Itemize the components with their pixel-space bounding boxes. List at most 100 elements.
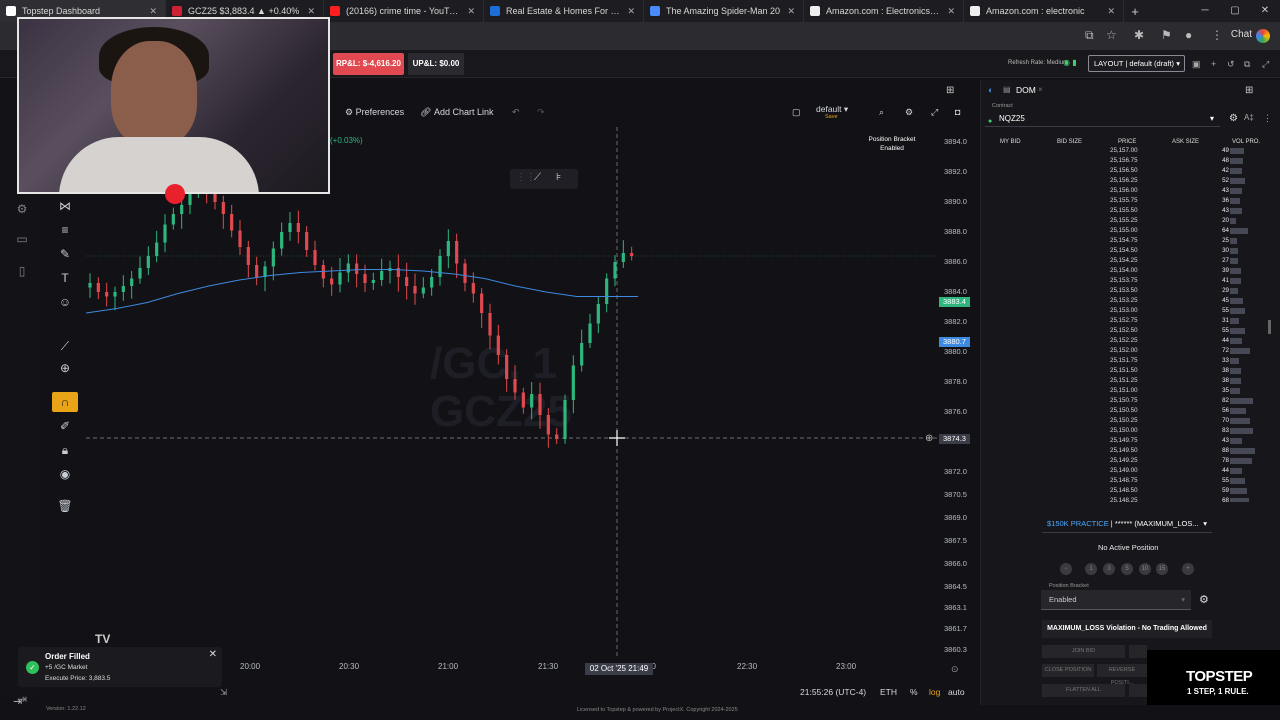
ladder-row[interactable]: 25,156.50 42 [985,166,1270,176]
add-icon[interactable]: + [1211,59,1216,69]
account-select[interactable]: $150K PRACTICE | ****** (MAXIMUM_LOS... ▾ [1042,515,1212,533]
date-range-icon[interactable]: ⇲ [220,687,227,698]
ladder-row[interactable]: 25,150.25 70 [985,416,1270,426]
ladder-row[interactable]: 25,148.50 59 [985,486,1270,496]
qty-minus-button[interactable]: − [1060,563,1072,575]
reverse-position-button[interactable]: REVERSE POSITI... [1097,664,1147,686]
log-scale-button[interactable]: log [929,687,940,697]
ladder-row[interactable]: 25,150.50 56 [985,406,1270,416]
lock-icon[interactable]: 🔒︎ [52,440,78,460]
brush-icon[interactable]: ✎ [52,244,78,264]
bookmark-icon[interactable]: ☆ [1106,28,1117,42]
ladder-row[interactable]: 25,152.25 44 [985,336,1270,346]
layout-select[interactable]: LAYOUT | default (draft) ▾ [1088,55,1185,72]
ladder-row[interactable]: 25,151.25 38 [985,376,1270,386]
price-axis[interactable]: 3894.0 3892.0 3890.0 3888.0 3886.0 3884.0 3882… [938,127,976,657]
extensions-icon[interactable]: ✱ [1134,28,1144,42]
dom-settings-icon[interactable]: ⚙ [1229,113,1238,124]
expand-icon[interactable]: ⤢ [931,107,938,118]
fib-icon[interactable]: ⊧ [556,172,561,183]
ladder-row[interactable]: 25,155.25 20 [985,216,1270,226]
ladder-row[interactable]: 25,156.00 43 [985,186,1270,196]
tab-close-icon[interactable]: ✕ [787,6,795,17]
gemini-icon[interactable] [1256,29,1270,43]
settings-gear-icon[interactable]: ⚙ [10,202,34,222]
time-axis-settings-icon[interactable]: ⊙ [951,664,959,675]
percent-scale-button[interactable]: % [910,687,918,697]
exit-icon[interactable]: ⇥ [13,695,22,708]
fullscreen-icon[interactable]: ⤢ [1262,59,1269,70]
tab-close-icon[interactable]: ✕ [467,6,475,17]
lines-icon[interactable]: ≡ [52,220,78,240]
ladder-row[interactable]: 25,149.50 88 [985,446,1270,456]
qty-3-button[interactable]: 3 [1103,563,1115,575]
ladder-row[interactable]: 25,150.75 82 [985,396,1270,406]
ruler-icon[interactable]: ⟋ [52,336,78,356]
tab-close-icon[interactable]: ✕ [149,6,157,17]
redo-icon[interactable]: ↷ [537,107,545,118]
ladder-row[interactable]: 25,153.50 29 [985,286,1270,296]
ladder-row[interactable]: 25,154.25 27 [985,256,1270,266]
browser-tab[interactable]: Amazon.com : electronic ✕ [964,0,1124,22]
tab-close-icon[interactable]: ✕ [627,6,635,17]
dom-font-icon[interactable]: A‡ [1244,113,1254,122]
ladder-row[interactable]: 25,149.75 43 [985,436,1270,446]
join-ask-button[interactable] [1129,645,1147,658]
magnet-icon[interactable]: ∩ [52,392,78,412]
maximize-button[interactable]: ▢ [1220,0,1250,22]
undo-icon[interactable]: ↶ [512,107,520,118]
browser-tab[interactable]: Real Estate & Homes For Sale - 1 ✕ [484,0,644,22]
browser-tab[interactable]: Amazon.com : Electronics, Applia ✕ [804,0,964,22]
tv-icon[interactable]: ▭ [10,232,34,252]
dom-ladder[interactable]: 25,157.00 49 25,156.75 48 25,156.50 42 25,156.… [985,146,1270,502]
ladder-row[interactable]: 25,149.00 44 [985,466,1270,476]
cancel-all-button[interactable] [1129,684,1147,697]
drag-handle-icon[interactable]: ⋮⋮ [516,172,536,183]
dom-more-icon[interactable]: ⋮ [1263,113,1272,124]
trendline-icon[interactable]: ⟋ [534,172,541,183]
ladder-row[interactable]: 25,148.75 55 [985,476,1270,486]
mobile-icon[interactable]: ▯ [10,264,34,284]
position-bracket-select[interactable]: Enabled ▾ [1041,590,1191,610]
chart-settings-icon[interactable]: ⚙ [905,107,913,118]
contract-select[interactable]: ● NQZ25 ▾ [985,111,1220,127]
ladder-row[interactable]: 25,149.25 78 [985,456,1270,466]
install-icon[interactable]: ⧉ [1085,28,1094,43]
ladder-row[interactable]: 25,150.00 83 [985,426,1270,436]
indicator-search-icon[interactable]: ⌕ [879,107,884,118]
ladder-row[interactable]: 25,152.00 72 [985,346,1270,356]
browser-tab[interactable]: The Amazing Spider-Man 20 ✕ [644,0,804,22]
ladder-row[interactable]: 25,153.25 45 [985,296,1270,306]
join-bid-button[interactable]: JOIN BID [1042,645,1125,658]
qty-5-button[interactable]: 5 [1121,563,1133,575]
ladder-row[interactable]: 25,152.50 55 [985,326,1270,336]
ladder-row[interactable]: 25,154.50 30 [985,246,1270,256]
eye-icon[interactable]: ◉ [52,464,78,484]
tab-close-icon[interactable]: ✕ [307,6,315,17]
ladder-row[interactable]: 25,153.75 41 [985,276,1270,286]
dom-add-panel-icon[interactable]: ⊞ [1245,85,1253,96]
add-chart-link-button[interactable]: 🔗︎ Add Chart Link [420,107,493,118]
flatten-all-button[interactable]: FLATTEN ALL [1042,684,1125,697]
browser-tab[interactable]: (20166) crime time - YouTube ✕ [324,0,484,22]
ladder-row[interactable]: 25,148.25 68 [985,496,1270,502]
zoom-icon[interactable]: ⊕ [52,358,78,378]
ladder-row[interactable]: 25,155.00 64 [985,226,1270,236]
session-label[interactable]: ETH [880,687,897,697]
clock-label[interactable]: 21:55:26 (UTC-4) [800,687,866,697]
toast-close-icon[interactable]: ✕ [209,649,217,660]
template-save-label[interactable]: Save [825,114,838,120]
layout-toggle-icon[interactable]: ▢ [792,107,801,118]
ladder-row[interactable]: 25,153.00 55 [985,306,1270,316]
ladder-row[interactable]: 25,151.75 33 [985,356,1270,366]
chat-button[interactable]: Chat [1231,29,1252,40]
dom-scrollbar[interactable] [1268,320,1271,334]
ladder-row[interactable]: 25,154.00 39 [985,266,1270,276]
new-tab-button[interactable]: + [1124,4,1146,19]
auto-scale-button[interactable]: auto [948,687,965,697]
menu-icon[interactable]: ⋮ [1211,28,1223,42]
undo-layout-icon[interactable]: ↺ [1227,59,1235,70]
lock-pen-icon[interactable]: ✐ [52,416,78,436]
popout-icon[interactable]: ⧉ [1244,59,1250,70]
dom-book-icon[interactable]: ▤ [1003,85,1011,94]
